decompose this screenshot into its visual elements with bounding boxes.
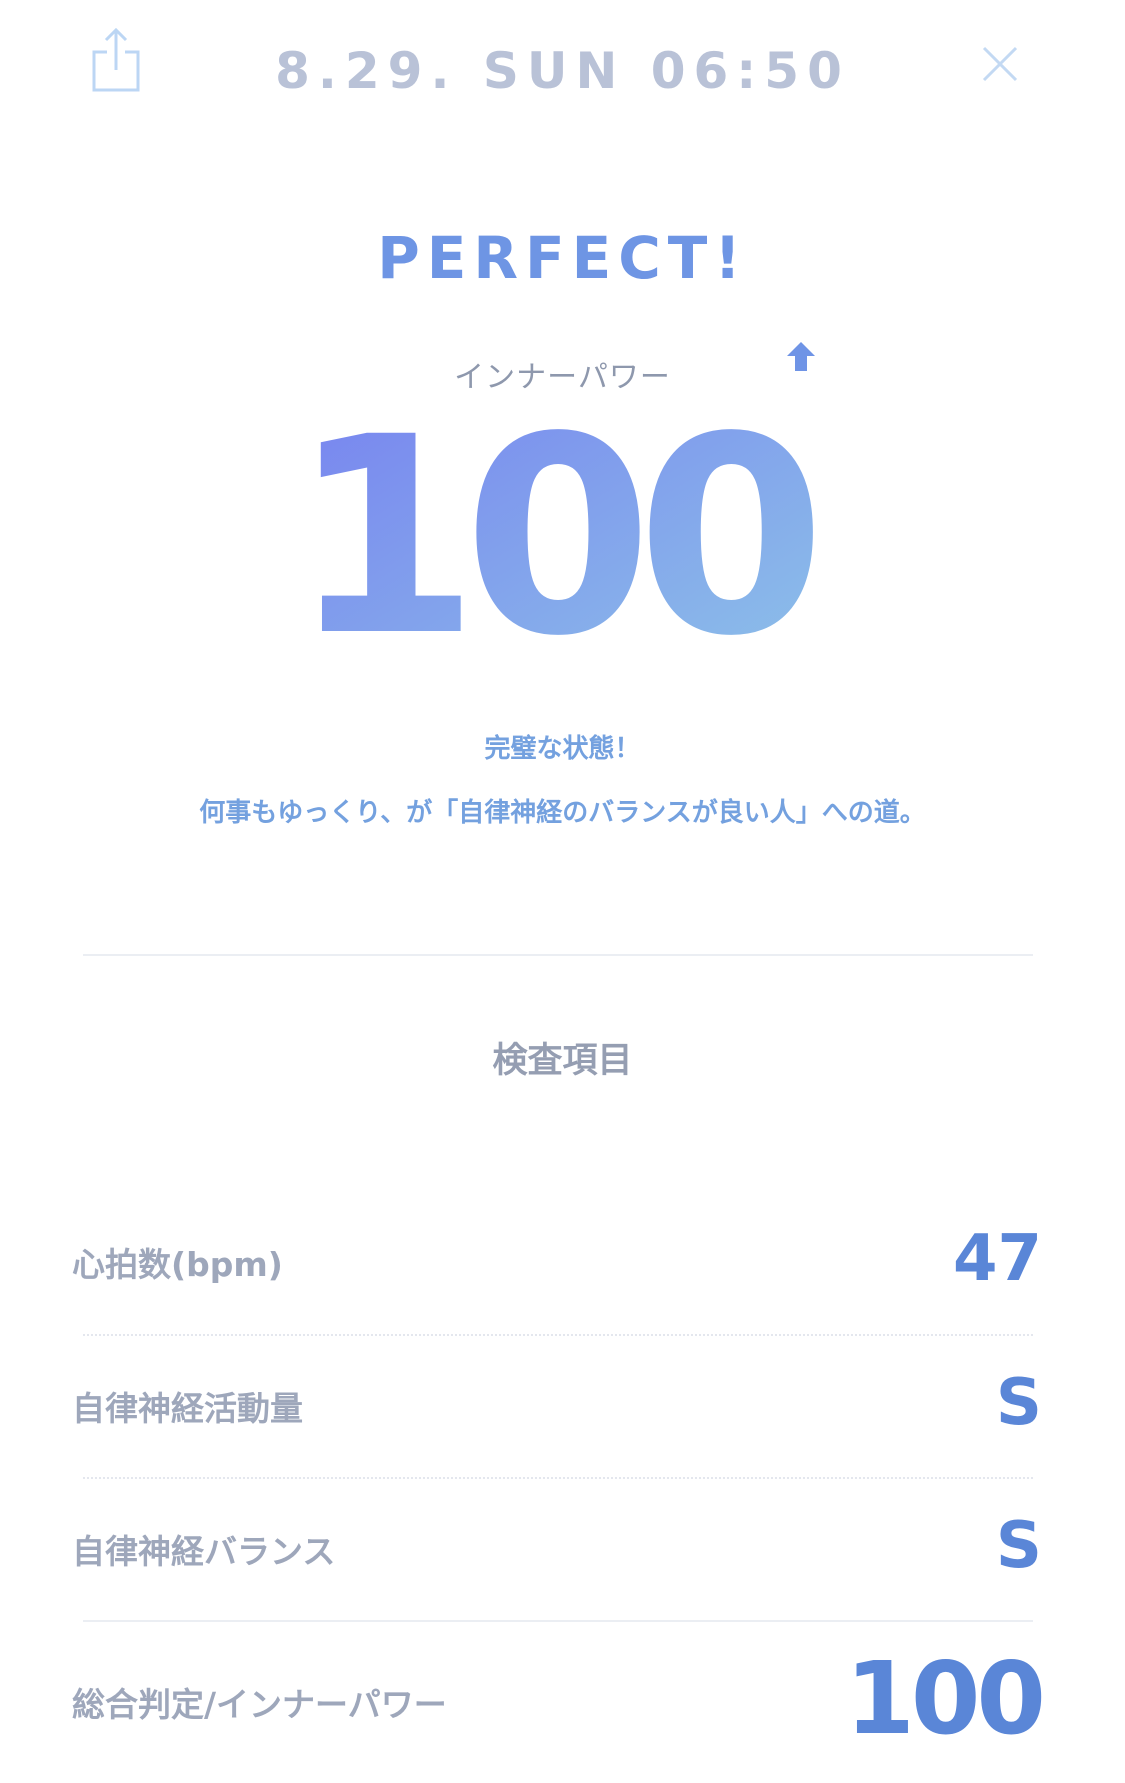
item-label: 総合判定/インナーパワー bbox=[72, 1685, 447, 1724]
result-message-title: 完璧な状態！ bbox=[484, 734, 641, 764]
item-label: 自律神経バランス bbox=[72, 1532, 336, 1571]
section-divider bbox=[83, 954, 1033, 956]
score-value: 100 bbox=[290, 380, 815, 646]
item-value: S bbox=[995, 1509, 1042, 1583]
row-divider bbox=[83, 1620, 1033, 1622]
item-row-overall: 総合判定/インナーパワー 100 bbox=[72, 1640, 1046, 1780]
close-button[interactable] bbox=[976, 40, 1024, 88]
result-headline: PERFECT! bbox=[377, 224, 748, 292]
items-section-title: 検査項目 bbox=[492, 1041, 633, 1081]
close-icon bbox=[982, 46, 1018, 82]
header-bar: 8.29. SUN 06:50 bbox=[0, 0, 1125, 140]
row-divider bbox=[83, 1334, 1033, 1336]
up-arrow-icon bbox=[787, 342, 815, 371]
item-row-autonomic-activity: 自律神経活動量 S bbox=[72, 1366, 1042, 1466]
item-value: S bbox=[995, 1366, 1042, 1440]
item-value: 100 bbox=[845, 1640, 1046, 1757]
result-message-body: 何事もゆっくり、が「自律神経のバランスが良い人」への道。 bbox=[199, 798, 926, 828]
inner-power-score: 100 bbox=[290, 380, 820, 646]
item-row-autonomic-balance: 自律神経バランス S bbox=[72, 1509, 1042, 1609]
item-value: 47 bbox=[952, 1222, 1042, 1296]
item-label: 自律神経活動量 bbox=[72, 1389, 303, 1428]
row-divider bbox=[83, 1477, 1033, 1479]
item-row-heart-rate: 心拍数(bpm) 47 bbox=[72, 1222, 1042, 1322]
measurement-datetime: 8.29. SUN 06:50 bbox=[275, 42, 850, 100]
item-label: 心拍数(bpm) bbox=[72, 1245, 283, 1284]
